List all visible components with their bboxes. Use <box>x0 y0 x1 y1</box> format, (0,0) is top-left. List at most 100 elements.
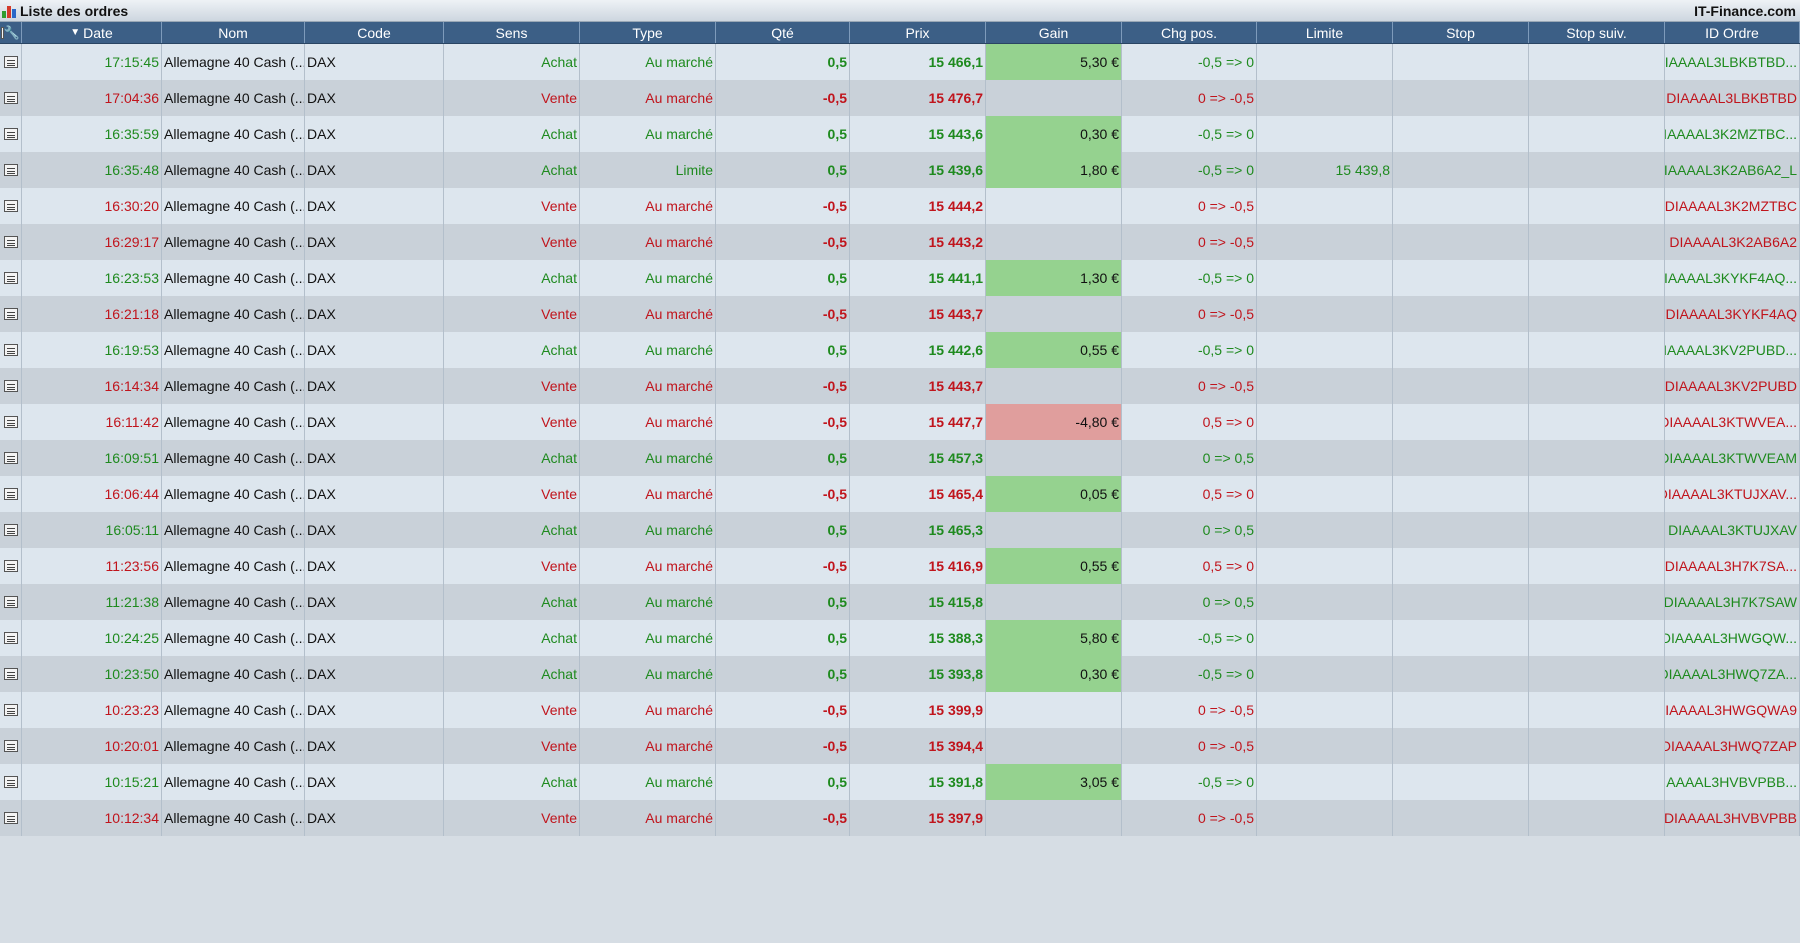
table-row[interactable]: 10:23:23 Allemagne 40 Cash (... DAX Vente Au… <box>0 692 1800 728</box>
table-row[interactable]: 17:04:36 Allemagne 40 Cash (... DAX Vente Au… <box>0 80 1800 116</box>
list-icon[interactable] <box>3 200 18 212</box>
list-icon[interactable] <box>3 524 18 536</box>
cell-nom: Allemagne 40 Cash (... <box>162 260 305 296</box>
column-header-prix[interactable]: Prix <box>850 22 986 43</box>
row-detail-cell[interactable] <box>0 152 22 188</box>
row-detail-cell[interactable] <box>0 656 22 692</box>
row-detail-cell[interactable] <box>0 620 22 656</box>
cell-sens: Vente <box>444 296 580 332</box>
cell-chg: 0 => -0,5 <box>1122 296 1257 332</box>
list-icon[interactable] <box>3 596 18 608</box>
row-detail-cell[interactable] <box>0 512 22 548</box>
row-detail-cell[interactable] <box>0 440 22 476</box>
list-icon[interactable] <box>3 812 18 824</box>
row-detail-cell[interactable] <box>0 548 22 584</box>
cell-type: Au marché <box>580 188 716 224</box>
list-icon[interactable] <box>3 632 18 644</box>
table-row[interactable]: 10:24:25 Allemagne 40 Cash (... DAX Achat Au… <box>0 620 1800 656</box>
column-header-label: Chg pos. <box>1160 24 1218 41</box>
table-row[interactable]: 10:20:01 Allemagne 40 Cash (... DAX Vente Au… <box>0 728 1800 764</box>
list-icon[interactable] <box>3 56 18 68</box>
list-icon[interactable] <box>3 380 18 392</box>
cell-stop <box>1393 404 1529 440</box>
column-header-type[interactable]: Type <box>580 22 716 43</box>
list-icon[interactable] <box>3 452 18 464</box>
cell-limite <box>1257 476 1393 512</box>
list-icon[interactable] <box>1 26 4 39</box>
column-header-gain[interactable]: Gain <box>986 22 1122 43</box>
list-icon[interactable] <box>3 128 18 140</box>
row-detail-cell[interactable] <box>0 296 22 332</box>
cell-limite <box>1257 620 1393 656</box>
row-detail-cell[interactable] <box>0 692 22 728</box>
row-detail-cell[interactable] <box>0 764 22 800</box>
column-header-nom[interactable]: Nom <box>162 22 305 43</box>
wrench-icon[interactable]: 🔧 <box>4 25 20 41</box>
row-detail-cell[interactable] <box>0 476 22 512</box>
row-detail-cell[interactable] <box>0 116 22 152</box>
cell-stop-suiv <box>1529 224 1665 260</box>
table-row[interactable]: 10:23:50 Allemagne 40 Cash (... DAX Achat Au… <box>0 656 1800 692</box>
row-detail-cell[interactable] <box>0 728 22 764</box>
column-header-stop[interactable]: Stop <box>1393 22 1529 43</box>
list-icon[interactable] <box>3 704 18 716</box>
list-icon[interactable] <box>3 344 18 356</box>
list-icon[interactable] <box>3 668 18 680</box>
row-detail-cell[interactable] <box>0 332 22 368</box>
table-row[interactable]: 16:35:59 Allemagne 40 Cash (... DAX Achat Au… <box>0 116 1800 152</box>
table-row[interactable]: 16:11:42 Allemagne 40 Cash (... DAX Vente Au… <box>0 404 1800 440</box>
list-icon[interactable] <box>3 488 18 500</box>
table-row[interactable]: 16:09:51 Allemagne 40 Cash (... DAX Achat Au… <box>0 440 1800 476</box>
cell-type: Au marché <box>580 476 716 512</box>
row-detail-cell[interactable] <box>0 80 22 116</box>
table-row[interactable]: 10:12:34 Allemagne 40 Cash (... DAX Vente Au… <box>0 800 1800 836</box>
list-icon[interactable] <box>3 272 18 284</box>
cell-prix: 15 391,8 <box>850 764 986 800</box>
list-icon[interactable] <box>3 92 18 104</box>
table-row[interactable]: 10:15:21 Allemagne 40 Cash (... DAX Achat Au… <box>0 764 1800 800</box>
cell-date: 10:23:50 <box>22 656 162 692</box>
cell-gain: 0,55 € <box>986 548 1122 584</box>
cell-type: Au marché <box>580 224 716 260</box>
list-icon[interactable] <box>3 164 18 176</box>
table-row[interactable]: 16:29:17 Allemagne 40 Cash (... DAX Vente Au… <box>0 224 1800 260</box>
table-row[interactable]: 16:21:18 Allemagne 40 Cash (... DAX Vente Au… <box>0 296 1800 332</box>
cell-stop-suiv <box>1529 548 1665 584</box>
table-row[interactable]: 17:15:45 Allemagne 40 Cash (... DAX Achat Au… <box>0 44 1800 80</box>
table-row[interactable]: 16:30:20 Allemagne 40 Cash (... DAX Vente Au… <box>0 188 1800 224</box>
row-detail-cell[interactable] <box>0 584 22 620</box>
table-row[interactable]: 16:35:48 Allemagne 40 Cash (... DAX Achat Li… <box>0 152 1800 188</box>
cell-stop <box>1393 764 1529 800</box>
column-header-stop-suiv[interactable]: Stop suiv. <box>1529 22 1665 43</box>
list-icon[interactable] <box>3 308 18 320</box>
column-header-date[interactable]: ▼ Date <box>22 22 162 43</box>
column-header-limite[interactable]: Limite <box>1257 22 1393 43</box>
table-row[interactable]: 16:14:34 Allemagne 40 Cash (... DAX Vente Au… <box>0 368 1800 404</box>
table-row[interactable]: 11:23:56 Allemagne 40 Cash (... DAX Vente Au… <box>0 548 1800 584</box>
row-detail-cell[interactable] <box>0 224 22 260</box>
table-row[interactable]: 16:05:11 Allemagne 40 Cash (... DAX Achat Au… <box>0 512 1800 548</box>
cell-stop <box>1393 296 1529 332</box>
row-detail-cell[interactable] <box>0 260 22 296</box>
list-icon[interactable] <box>3 236 18 248</box>
cell-date: 10:23:23 <box>22 692 162 728</box>
list-icon[interactable] <box>3 416 18 428</box>
column-header-qte[interactable]: Qté <box>716 22 850 43</box>
row-detail-cell[interactable] <box>0 368 22 404</box>
table-row[interactable]: 16:06:44 Allemagne 40 Cash (... DAX Vente Au… <box>0 476 1800 512</box>
list-icon[interactable] <box>3 560 18 572</box>
row-detail-cell[interactable] <box>0 404 22 440</box>
cell-code: DAX <box>305 152 444 188</box>
row-detail-cell[interactable] <box>0 44 22 80</box>
list-icon[interactable] <box>3 776 18 788</box>
table-row[interactable]: 16:23:53 Allemagne 40 Cash (... DAX Achat Au… <box>0 260 1800 296</box>
column-header-id[interactable]: ID Ordre <box>1665 22 1800 43</box>
column-header-chg[interactable]: Chg pos. <box>1122 22 1257 43</box>
list-icon[interactable] <box>3 740 18 752</box>
row-detail-cell[interactable] <box>0 188 22 224</box>
column-header-sens[interactable]: Sens <box>444 22 580 43</box>
table-row[interactable]: 16:19:53 Allemagne 40 Cash (... DAX Achat Au… <box>0 332 1800 368</box>
column-header-code[interactable]: Code <box>305 22 444 43</box>
row-detail-cell[interactable] <box>0 800 22 836</box>
table-row[interactable]: 11:21:38 Allemagne 40 Cash (... DAX Achat Au… <box>0 584 1800 620</box>
